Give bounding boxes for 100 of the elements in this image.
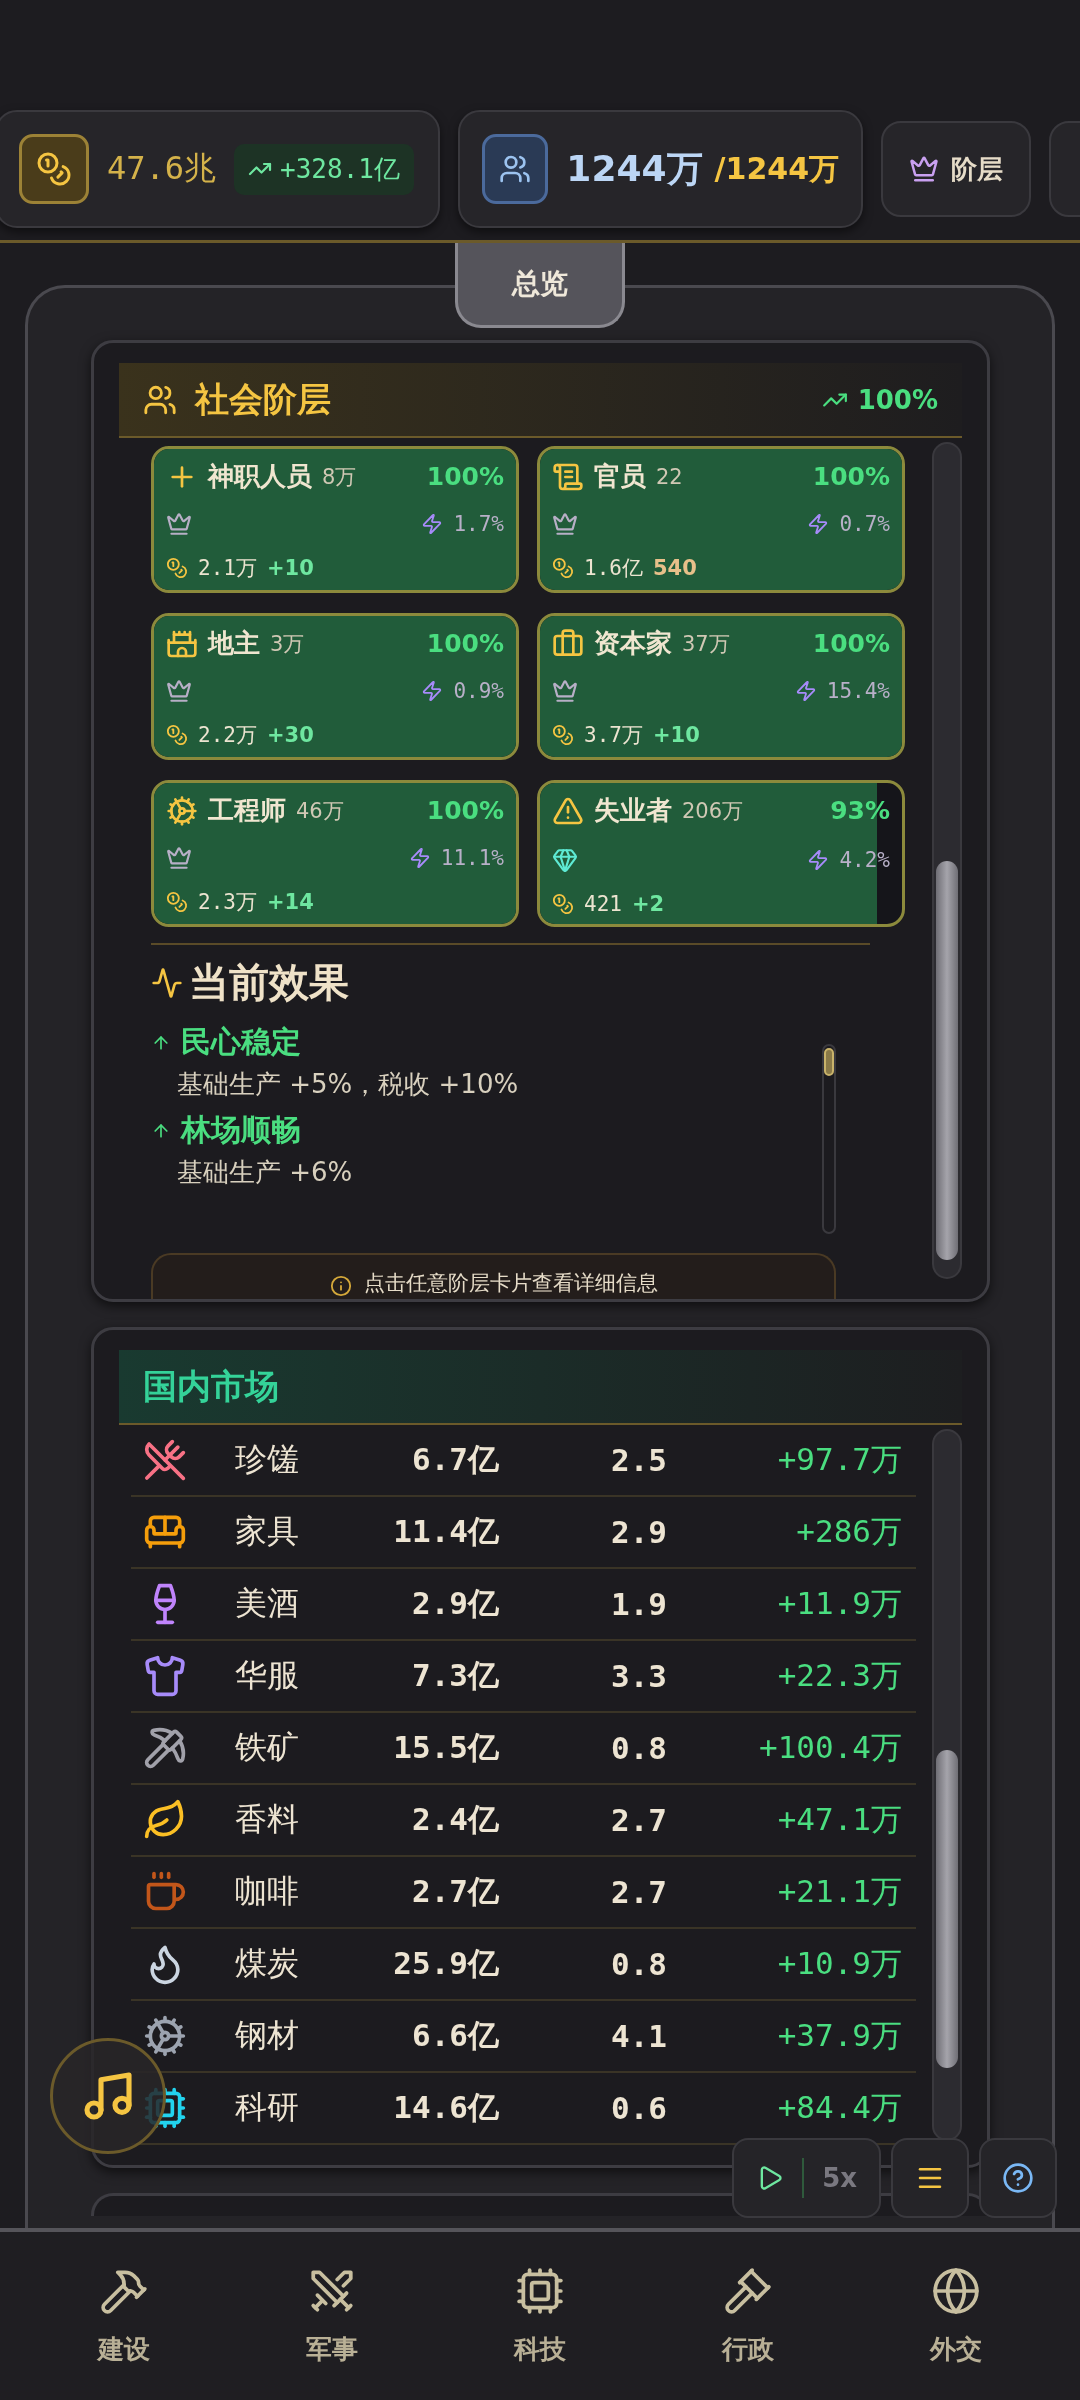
goods-name: 华服 — [235, 1655, 300, 1696]
people-icon — [499, 153, 532, 185]
overview-tab[interactable]: 总览 — [455, 243, 625, 328]
stock-change: +286万 — [795, 1512, 902, 1551]
class-card[interactable]: 资本家 37万 100% 15.4% 3.7万 +10 — [537, 613, 905, 760]
stock-value: 6.7亿 — [411, 1440, 499, 1479]
effect-name: 民心稳定 — [181, 1023, 301, 1061]
effect-description: 基础生产 +5%，税收 +10% — [176, 1068, 520, 1101]
effect-description: 基础生产 +6% — [176, 1156, 354, 1189]
stock-value: 2.7亿 — [411, 1872, 499, 1911]
price-value: 2.9 — [610, 1514, 667, 1550]
income-value: 3.7万 — [584, 722, 643, 749]
menu-button[interactable] — [891, 2138, 969, 2218]
gear-icon — [143, 2014, 187, 2058]
income-value: 2.1万 — [198, 555, 257, 582]
stock-change: +97.7万 — [776, 1440, 902, 1479]
lightning-icon — [794, 680, 817, 702]
class-card[interactable]: 工程师 46万 100% 11.1% 2.3万 +14 — [151, 780, 519, 927]
class-count: 206万 — [682, 797, 744, 825]
goods-name: 珍馐 — [235, 1439, 300, 1480]
class-count: 8万 — [322, 463, 357, 491]
stock-change: +10.9万 — [776, 1944, 902, 1983]
stock-change: +47.1万 — [776, 1800, 902, 1839]
hint-text: 点击任意阶层卡片查看详细信息 — [363, 1270, 658, 1297]
gear-icon — [166, 794, 198, 827]
effect-name: 林场顺畅 — [181, 1111, 301, 1149]
stock-change: +11.9万 — [776, 1584, 902, 1623]
info-icon — [329, 1275, 352, 1297]
price-value: 2.7 — [610, 1874, 667, 1910]
strata-button[interactable]: 阶层 — [881, 121, 1031, 217]
price-value: 3.3 — [610, 1658, 667, 1694]
goods-name: 香料 — [235, 1799, 300, 1840]
goods-name: 煤炭 — [235, 1943, 300, 1984]
stock-value: 2.4亿 — [411, 1800, 499, 1839]
income-change: 540 — [652, 556, 697, 580]
nav-tab[interactable]: 科技 — [470, 2264, 610, 2368]
cutlery-icon — [143, 1438, 187, 1482]
goods-name: 铁矿 — [235, 1727, 300, 1768]
class-name: 资本家 — [594, 627, 672, 660]
influence-value: 15.4% — [826, 679, 890, 703]
stock-change: +21.1万 — [776, 1872, 902, 1911]
lightning-icon — [408, 847, 431, 869]
lightning-icon — [807, 513, 830, 535]
class-card[interactable]: 失业者 206万 93% 4.2% 421 +2 — [537, 780, 905, 927]
stock-value: 11.4亿 — [392, 1512, 499, 1551]
lightning-icon — [807, 849, 830, 871]
price-value: 0.6 — [610, 2090, 667, 2126]
class-name: 失业者 — [594, 794, 672, 827]
nav-tab[interactable]: 建设 — [54, 2264, 194, 2368]
class-card[interactable]: 地主 3万 100% 0.9% 2.2万 +30 — [151, 613, 519, 760]
income-change: +10 — [266, 556, 314, 580]
stock-change: +100.4万 — [758, 1728, 902, 1767]
scrollbar[interactable] — [822, 1044, 836, 1234]
stock-value: 6.6亿 — [411, 2016, 499, 2055]
stock-value: 7.3亿 — [411, 1656, 499, 1695]
class-name: 工程师 — [208, 794, 286, 827]
stock-value: 2.9亿 — [411, 1584, 499, 1623]
income-change: +30 — [266, 723, 314, 747]
class-approval: 100% — [426, 462, 504, 491]
approval-total: 100% — [821, 384, 938, 415]
population-value: 1244万 — [566, 146, 703, 191]
help-icon — [1002, 2162, 1034, 2194]
stock-value: 25.9亿 — [392, 1944, 499, 1983]
lightning-icon — [421, 680, 444, 702]
stock-value: 15.5亿 — [392, 1728, 499, 1767]
class-approval: 100% — [812, 629, 890, 658]
section-title: 社会阶层 — [195, 377, 331, 421]
stock-change: +37.9万 — [776, 2016, 902, 2055]
income-rate: +328.1亿 — [234, 143, 414, 195]
coins-icon — [36, 151, 72, 187]
class-card[interactable]: 官员 22 100% 0.7% 1.6亿 540 — [537, 446, 905, 593]
price-value: 0.8 — [610, 1730, 667, 1766]
class-card[interactable]: 神职人员 8万 100% 1.7% 2.1万 +10 — [151, 446, 519, 593]
coins-icon — [166, 891, 188, 913]
nav-tab[interactable]: 外交 — [886, 2264, 1026, 2368]
price-value: 2.5 — [610, 1442, 667, 1478]
globe-icon — [931, 2265, 981, 2316]
price-value: 0.8 — [610, 1946, 667, 1982]
crown-icon — [909, 154, 939, 184]
nav-tab[interactable]: 行政 — [678, 2264, 818, 2368]
income-value: 2.3万 — [198, 889, 257, 916]
coins-icon — [552, 724, 574, 746]
stock-change: +22.3万 — [776, 1656, 902, 1695]
goods-name: 钢材 — [235, 2015, 300, 2056]
population-capacity: /1244万 — [714, 149, 839, 188]
effects-title: 当前效果 — [189, 958, 349, 1007]
goods-name: 美酒 — [235, 1583, 300, 1624]
price-value: 1.9 — [610, 1586, 667, 1622]
class-name: 官员 — [594, 460, 646, 493]
help-button[interactable] — [979, 2138, 1057, 2218]
coins-icon — [552, 893, 574, 915]
influence-value: 1.7% — [453, 512, 504, 536]
scrollbar[interactable] — [932, 442, 962, 1279]
scrollbar[interactable] — [932, 1429, 962, 2141]
coins-icon — [552, 557, 574, 579]
speed-button[interactable]: 5x — [822, 2163, 857, 2193]
influence-value: 0.7% — [839, 512, 890, 536]
class-name: 地主 — [208, 627, 260, 660]
nav-tab[interactable]: 军事 — [262, 2264, 402, 2368]
income-value: 1.6亿 — [584, 555, 643, 582]
